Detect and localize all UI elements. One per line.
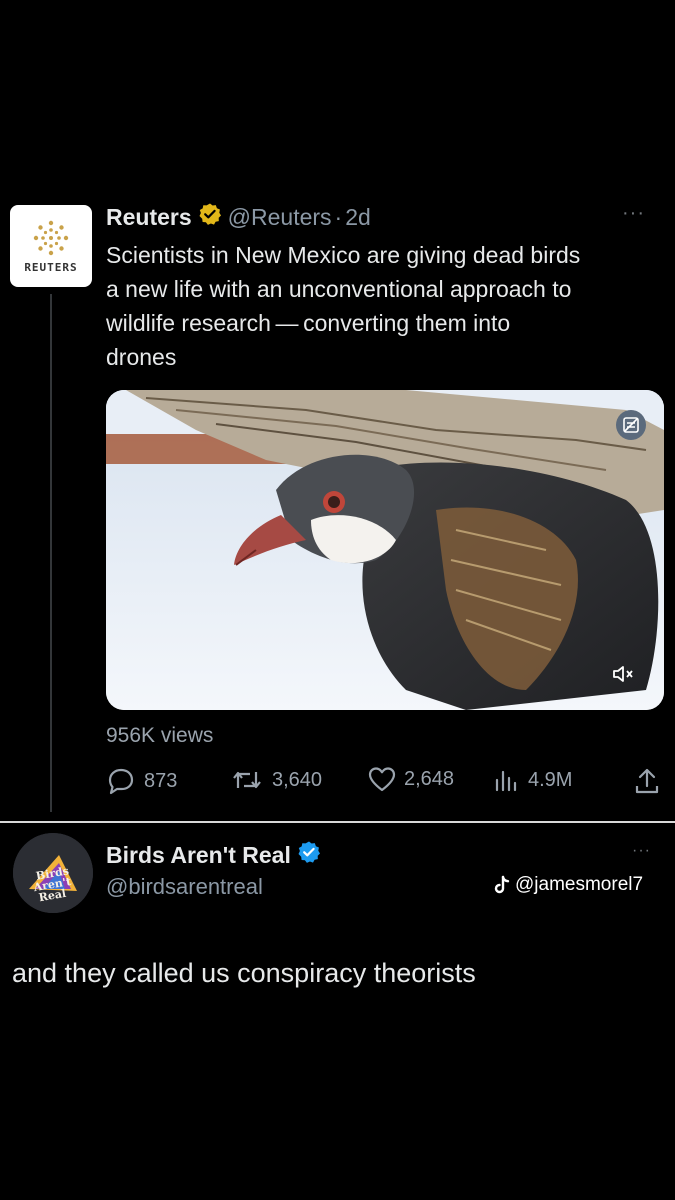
view-count: 956K views xyxy=(106,724,214,747)
watermark-text: @jamesmorel7 xyxy=(515,874,644,895)
reply-author-handle[interactable]: @birdsarentreal xyxy=(106,874,263,900)
tweet-text-line: wildlife research — converting them into xyxy=(106,310,511,336)
retweet-icon xyxy=(233,771,261,789)
like-count: 2,648 xyxy=(404,767,455,790)
author-handle[interactable]: @Reuters xyxy=(228,204,332,231)
divider xyxy=(0,821,675,823)
action-bar: 873 3,640 2,648 4.9M xyxy=(106,766,662,800)
share-icon xyxy=(635,768,659,794)
like-button[interactable]: 2,648 xyxy=(368,766,454,792)
tweet-text-line: a new life with an unconventional approa… xyxy=(106,276,572,302)
birds-arent-real-avatar[interactable]: Birds Aren't Real xyxy=(13,833,93,913)
blue-verified-badge-icon xyxy=(297,840,321,870)
bird-drone-image xyxy=(106,390,664,710)
reuters-wordmark: REUTERS xyxy=(24,261,78,274)
more-icon[interactable]: ··· xyxy=(622,202,645,225)
gold-verified-badge-icon xyxy=(198,202,222,232)
like-icon xyxy=(368,767,396,792)
mute-icon[interactable] xyxy=(612,664,636,684)
reply-count: 873 xyxy=(144,769,178,792)
tiktok-watermark: @jamesmorel7 xyxy=(493,874,643,896)
tiktok-icon xyxy=(494,875,510,894)
reply-text: and they called us conspiracy theorists xyxy=(12,958,476,988)
tweet-text: Scientists in New Mexico are giving dead… xyxy=(106,238,666,374)
analytics-icon xyxy=(495,770,517,792)
birds-arent-real-logo: Birds Aren't Real xyxy=(13,833,93,913)
analytics-button[interactable]: 4.9M xyxy=(494,766,572,794)
tweet-header: Reuters @Reuters · 2d xyxy=(106,200,371,234)
reuters-logo-icon xyxy=(33,220,69,256)
retweet-count: 3,640 xyxy=(272,768,323,791)
tweet-text-line: Scientists in New Mexico are giving dead… xyxy=(106,242,581,268)
media-badge-icon[interactable] xyxy=(616,410,646,440)
reply-button[interactable]: 873 xyxy=(106,766,177,796)
share-button[interactable] xyxy=(634,766,668,796)
thread-line xyxy=(50,294,52,812)
author-name[interactable]: Reuters xyxy=(106,204,192,231)
reuters-avatar[interactable]: REUTERS xyxy=(10,205,92,287)
retweet-button[interactable]: 3,640 xyxy=(230,766,322,794)
separator-dot: · xyxy=(334,203,343,230)
tweet-time[interactable]: 2d xyxy=(345,204,371,231)
reply-icon xyxy=(108,768,134,795)
reply-author-name[interactable]: Birds Aren't Real xyxy=(106,842,291,869)
tweet-video[interactable] xyxy=(106,390,664,710)
reply-header: Birds Aren't Real xyxy=(106,840,321,870)
analytics-count: 4.9M xyxy=(528,768,573,791)
tweet-text-line: drones xyxy=(106,344,177,370)
reply-more-icon[interactable]: ··· xyxy=(632,842,651,860)
